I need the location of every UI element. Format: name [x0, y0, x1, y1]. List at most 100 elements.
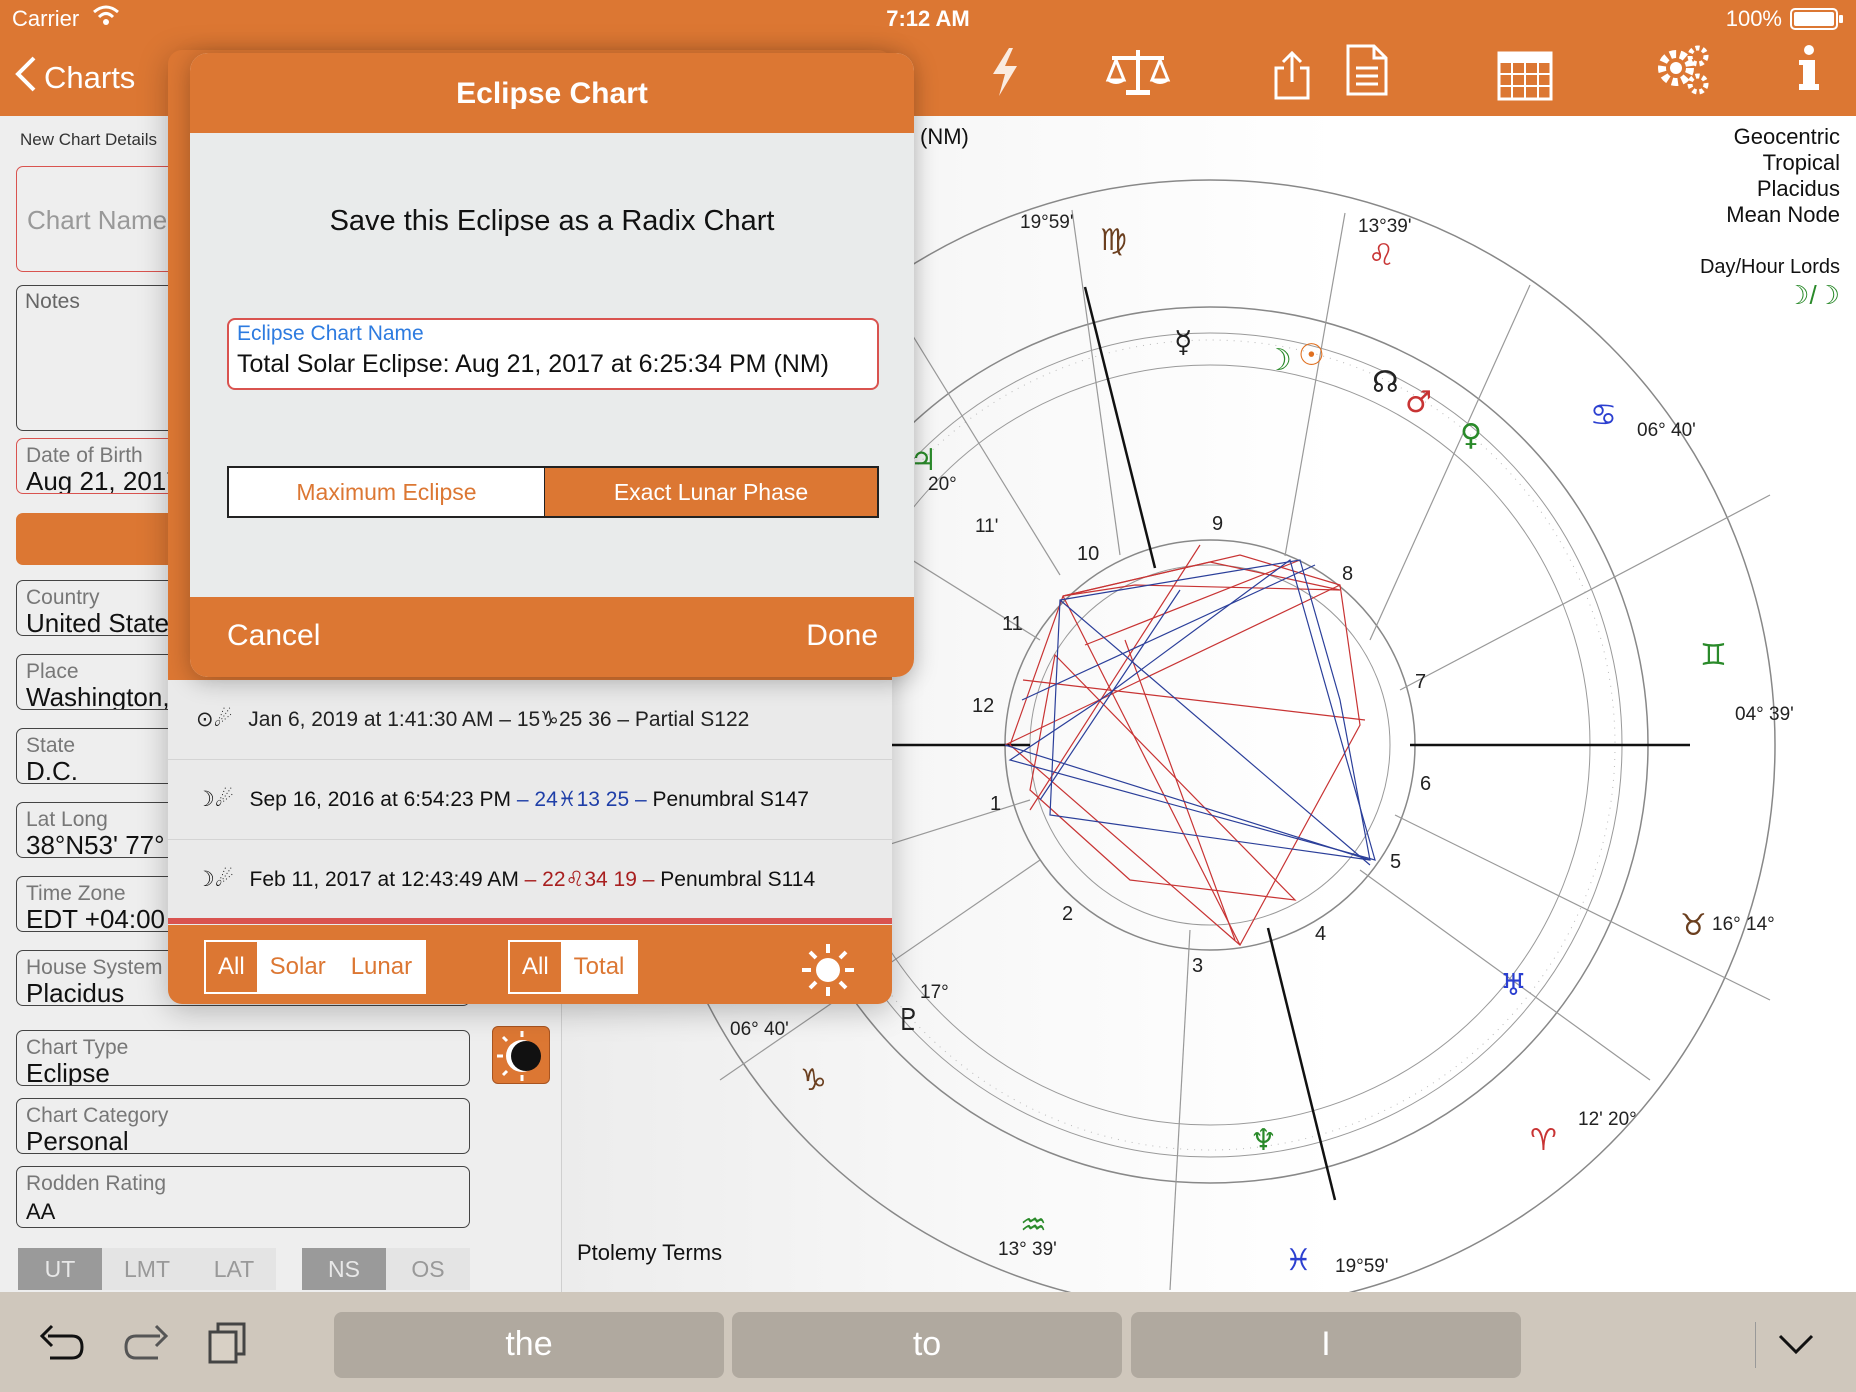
battery-percent: 100% — [1725, 6, 1782, 31]
undo-icon[interactable] — [36, 1322, 86, 1369]
filter-all[interactable]: All — [510, 942, 562, 992]
field-label: House System — [26, 956, 163, 979]
filter-solar[interactable]: Solar — [257, 942, 339, 992]
eclipse-chart-dialog: Eclipse Chart Save this Eclipse as a Rad… — [190, 53, 914, 677]
chart-name-placeholder: Chart Name — [27, 205, 168, 235]
house-number: 10 — [1077, 543, 1099, 565]
node-mode-ns[interactable]: NS — [302, 1248, 386, 1290]
gemini-glyph: ♊ — [1700, 638, 1727, 673]
house-number: 1 — [990, 793, 1001, 815]
battery-icon — [1790, 8, 1844, 36]
eclipse-position: 15♑25 36 — [516, 708, 612, 731]
time-mode-lat[interactable]: LAT — [192, 1248, 276, 1290]
cusp-label: 20° — [928, 474, 957, 495]
chart-category-field[interactable]: Chart Category Personal — [16, 1098, 470, 1154]
back-button[interactable]: Charts — [14, 54, 135, 102]
divider — [1755, 1322, 1756, 1368]
mars-glyph: ♂ — [1405, 385, 1432, 420]
cusp-label: 11' — [975, 516, 998, 537]
eclipse-row[interactable]: ☽☄ Sep 16, 2016 at 6:54:23 PM – 24♓13 25… — [168, 760, 892, 840]
house-number: 7 — [1415, 671, 1426, 693]
chevron-left-icon — [14, 54, 38, 102]
segment-maximum-eclipse[interactable]: Maximum Eclipse — [229, 468, 545, 516]
redo-icon[interactable] — [122, 1322, 172, 1369]
document-icon[interactable] — [1344, 42, 1390, 103]
done-button[interactable]: Done — [806, 619, 878, 653]
field-label: Chart Type — [26, 1036, 129, 1059]
pluto-glyph: ♇ — [895, 1003, 922, 1038]
cusp-label: 06° 40' — [1637, 420, 1696, 441]
field-value: D.C. — [26, 756, 78, 784]
field-label: Country — [26, 586, 100, 609]
suggestion-to[interactable]: to — [732, 1312, 1122, 1378]
jupiter-glyph: ♃ — [910, 443, 937, 478]
house-number: 11 — [1002, 613, 1023, 635]
segment-exact-lunar-phase[interactable]: Exact Lunar Phase — [545, 468, 877, 516]
field-label: Time Zone — [26, 882, 126, 905]
info-icon[interactable] — [1796, 44, 1822, 97]
suggestion-i[interactable]: I — [1131, 1312, 1521, 1378]
field-value: 38°N53' 77° — [26, 830, 165, 858]
share-icon[interactable] — [1272, 50, 1312, 107]
eclipse-row[interactable]: ⊙☄ Jan 6, 2019 at 1:41:30 AM – 15♑25 36 … — [168, 680, 892, 760]
clock: 7:12 AM — [886, 6, 970, 31]
dialog-heading: Save this Eclipse as a Radix Chart — [329, 205, 775, 237]
moon-glyph: ☽ — [1265, 343, 1292, 378]
cusp-label: 04° 39' — [1735, 704, 1794, 725]
virgo-glyph: ♍ — [1100, 223, 1127, 258]
paste-icon[interactable] — [206, 1320, 250, 1371]
capricorn-glyph: ♑ — [800, 1063, 827, 1098]
cusp-label: 12' 20° — [1578, 1109, 1637, 1130]
separator-dash: – — [617, 708, 635, 731]
suggestion-the[interactable]: the — [334, 1312, 724, 1378]
eclipse-date: Jan 6, 2019 at 1:41:30 AM — [248, 708, 494, 731]
field-value: Total Solar Eclipse: Aug 21, 2017 at 6:2… — [237, 350, 829, 378]
field-label: State — [26, 734, 76, 757]
field-value: Aug 21, 2017 — [26, 466, 181, 494]
cusp-label: 13° 39' — [998, 1239, 1057, 1260]
balance-scale-icon[interactable] — [1104, 46, 1172, 103]
eclipse-kind-filter: All Solar Lunar — [204, 940, 427, 994]
house-number: 5 — [1390, 851, 1401, 873]
sun-settings-icon[interactable] — [798, 940, 858, 1004]
eclipse-row[interactable]: ☽☄ Feb 11, 2017 at 12:43:49 AM – 22♌34 1… — [168, 840, 892, 920]
cusp-label: 17° — [920, 982, 949, 1003]
eclipse-type: Partial S122 — [634, 708, 750, 731]
eclipse-chart-name-field[interactable]: Eclipse Chart Name Total Solar Eclipse: … — [227, 318, 879, 390]
house-number: 6 — [1420, 773, 1431, 795]
eclipse-date: Sep 16, 2016 at 6:54:23 PM — [249, 788, 512, 811]
calendar-table-icon[interactable] — [1496, 50, 1554, 107]
settings-gears-icon[interactable] — [1652, 42, 1712, 103]
rodden-rating-field[interactable]: Rodden Rating AA — [16, 1166, 470, 1228]
filter-lunar[interactable]: Lunar — [338, 942, 425, 992]
house-number: 12 — [972, 695, 994, 717]
solar-eclipse-icon: ⊙☄ — [196, 708, 233, 731]
venus-glyph: ♀ — [1460, 418, 1482, 453]
field-value: United States — [26, 608, 183, 636]
field-label: Chart Category — [26, 1104, 169, 1127]
filter-total[interactable]: Total — [561, 942, 637, 992]
cusp-label: 06° 40' — [730, 1019, 789, 1040]
filter-all[interactable]: All — [206, 942, 258, 992]
pisces-glyph: ♓ — [1285, 1243, 1312, 1278]
lunar-eclipse-icon: ☽☄ — [196, 868, 234, 891]
house-number: 9 — [1212, 513, 1223, 535]
separator-dash: – — [499, 708, 517, 731]
divider — [168, 918, 892, 924]
house-number: 3 — [1192, 955, 1203, 977]
separator-dash: – — [516, 788, 535, 811]
lightning-icon[interactable] — [985, 46, 1025, 103]
eclipse-chart-button[interactable] — [492, 1026, 550, 1084]
section-title: New Chart Details — [20, 130, 157, 149]
taurus-glyph: ♉ — [1680, 908, 1707, 943]
eclipse-date: Feb 11, 2017 at 12:43:49 AM — [249, 868, 519, 891]
node-mode-os[interactable]: OS — [386, 1248, 470, 1290]
house-number: 2 — [1062, 903, 1073, 925]
time-mode-lmt[interactable]: LMT — [102, 1248, 192, 1290]
time-mode-ut[interactable]: UT — [18, 1248, 102, 1290]
chart-type-field[interactable]: Chart Type Eclipse — [16, 1030, 470, 1086]
cancel-button[interactable]: Cancel — [227, 619, 320, 653]
mercury-glyph: ☿ — [1174, 325, 1192, 360]
uranus-glyph: ♅ — [1500, 968, 1527, 1003]
dismiss-keyboard-icon[interactable] — [1776, 1328, 1816, 1363]
